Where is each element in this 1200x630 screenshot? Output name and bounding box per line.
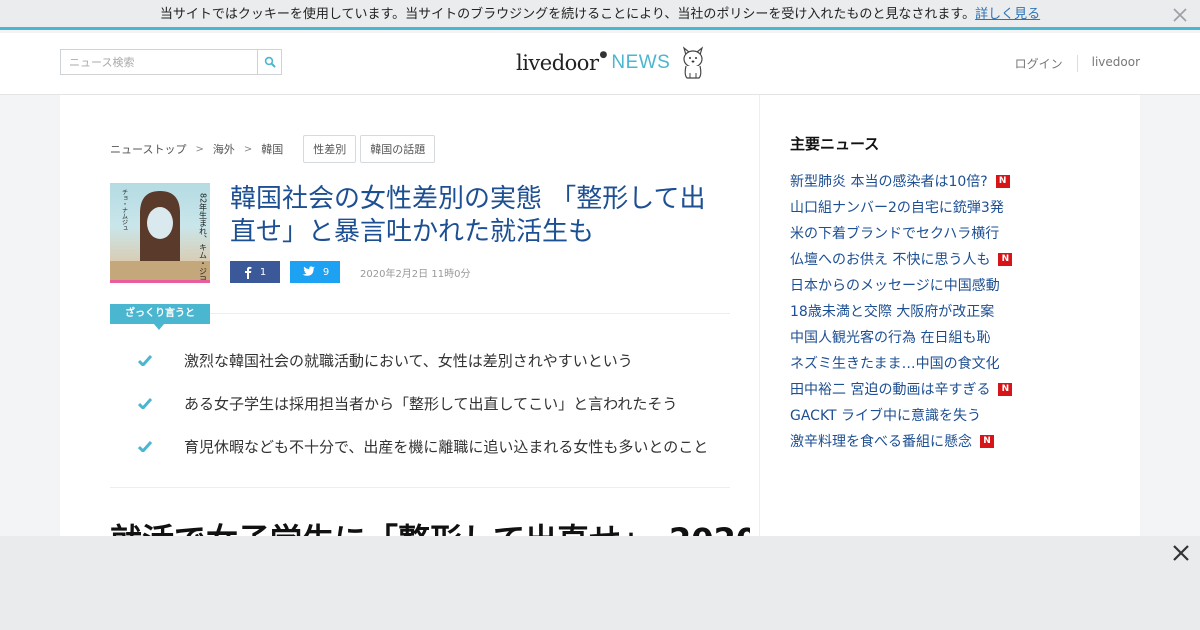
news-item[interactable]: 新型肺炎 本当の感染者は10倍? N xyxy=(790,168,1110,194)
news-list: 新型肺炎 本当の感染者は10倍? N 山口組ナンバー2の自宅に銃弾3発 米の下着ブラン… xyxy=(790,168,1110,454)
summary-divider xyxy=(210,313,730,314)
chevron-right-icon: > xyxy=(195,143,204,155)
logo-news: NEWS xyxy=(611,52,671,73)
cookie-close-icon[interactable] xyxy=(1170,5,1190,25)
news-item[interactable]: ネズミ生きたまま…中国の食文化 xyxy=(790,350,1110,376)
checkmark-icon xyxy=(110,441,184,452)
facebook-share-count: 1 xyxy=(259,266,267,278)
news-item-title: GACKT ライブ中に意識を失う xyxy=(790,408,982,424)
twitter-share-button[interactable]: 9 xyxy=(290,261,340,283)
logo-livedoor: livedoor xyxy=(516,51,599,75)
news-item-title: 田中裕二 宮迫の動画は辛すぎる xyxy=(790,382,991,398)
livedoor-link[interactable]: livedoor xyxy=(1076,55,1140,72)
news-item[interactable]: 激辛料理を食べる番組に懸念 N xyxy=(790,428,1110,454)
summary-list: 激烈な韓国社会の就職活動において、女性は差別されやすいという ある女子学生は採用… xyxy=(110,339,730,468)
twitter-share-count: 9 xyxy=(322,266,330,278)
checkmark-icon xyxy=(110,355,184,366)
summary-text: 激烈な韓国社会の就職活動において、女性は差別されやすいという xyxy=(184,352,633,370)
news-item-title: 日本からのメッセージに中国感動 xyxy=(790,278,1000,294)
breadcrumb-item-overseas[interactable]: 海外 xyxy=(213,141,235,157)
search-icon xyxy=(264,56,276,68)
summary-end-divider xyxy=(110,487,730,488)
news-item[interactable]: 米の下着ブランドでセクハラ横行 xyxy=(790,220,1110,246)
tag-korea-topics[interactable]: 韓国の話題 xyxy=(360,135,436,163)
new-badge: N xyxy=(998,382,1013,396)
site-logo[interactable]: livedoor ● NEWS xyxy=(516,43,708,83)
news-item[interactable]: 仏壇へのお供え 不快に思う人も N xyxy=(790,246,1110,272)
breadcrumb-item-korea[interactable]: 韓国 xyxy=(261,141,283,157)
news-item[interactable]: 田中裕二 宮迫の動画は辛すぎる N xyxy=(790,376,1110,402)
news-item-title: 中国人観光客の行為 在日組も恥 xyxy=(790,330,991,346)
news-item[interactable]: 山口組ナンバー2の自宅に銃弾3発 xyxy=(790,194,1110,220)
login-link[interactable]: ログイン xyxy=(1001,55,1077,72)
news-item-title: 激辛料理を食べる番組に懸念 xyxy=(790,434,972,450)
sidebar-heading: 主要ニュース xyxy=(790,135,880,153)
thumbnail-title: 82年生まれ、キム・ジヨン xyxy=(199,193,208,280)
cookie-bar: 当サイトではクッキーを使用しています。当サイトのブラウジングを続けることにより、… xyxy=(0,0,1200,30)
twitter-icon xyxy=(302,266,315,276)
news-item-title: 18歳未満と交際 大阪府が改正案 xyxy=(790,304,995,320)
summary-item: 激烈な韓国社会の就職活動において、女性は差別されやすいという xyxy=(110,339,730,382)
new-badge: N xyxy=(995,174,1010,188)
news-item-title: 米の下着ブランドでセクハラ横行 xyxy=(790,226,1000,242)
checkmark-icon xyxy=(110,398,184,409)
header-nav: ログイン livedoor xyxy=(1001,55,1140,72)
share-row: 1 9 2020年2月2日 11時0分 xyxy=(230,261,470,283)
cookie-more-link[interactable]: 詳しく見る xyxy=(975,7,1040,22)
facebook-icon xyxy=(244,266,252,279)
dog-mascot-icon xyxy=(683,46,704,79)
news-item-title: 山口組ナンバー2の自宅に銃弾3発 xyxy=(790,200,1004,216)
search-input[interactable] xyxy=(61,50,257,74)
news-item[interactable]: 18歳未満と交際 大阪府が改正案 xyxy=(790,298,1110,324)
site-header: livedoor●NEWS ログイン livedoor xyxy=(0,33,1200,95)
news-item-title: 仏壇へのお供え 不快に思う人も xyxy=(790,252,991,268)
summary-text: ある女子学生は採用担当者から「整形して出直してこい」と言われたそう xyxy=(184,395,678,413)
facebook-share-button[interactable]: 1 xyxy=(230,261,280,283)
search-button[interactable] xyxy=(257,50,281,74)
close-icon[interactable] xyxy=(1172,544,1190,562)
chevron-right-icon: > xyxy=(243,143,253,155)
publish-date: 2020年2月2日 11時0分 xyxy=(360,268,471,280)
logo-dot: ● xyxy=(599,50,608,60)
news-item[interactable]: 日本からのメッセージに中国感動 xyxy=(790,272,1110,298)
news-item-title: 新型肺炎 本当の感染者は10倍? xyxy=(790,174,988,190)
summary-label: ざっくり言うと xyxy=(110,304,210,330)
news-item-title: ネズミ生きたまま…中国の食文化 xyxy=(790,356,1000,372)
breadcrumb-item-top[interactable]: ニューストップ xyxy=(110,141,186,157)
sidebar-top-news: 主要ニュース 新型肺炎 本当の感染者は10倍? N 山口組ナンバー2の自宅に銃弾3発… xyxy=(790,133,1110,454)
summary-item: 育児休暇なども不十分で、出産を機に離職に追い込まれる女性も多いとのこと xyxy=(110,425,730,468)
news-item[interactable]: 中国人観光客の行為 在日組も恥 xyxy=(790,324,1110,350)
new-badge: N xyxy=(998,252,1013,266)
article-title: 韓国社会の女性差別の実態 「整形して出直せ」と暴言吐かれた就活生も xyxy=(230,184,706,247)
ad-overlay xyxy=(0,536,1200,630)
cookie-message: 当サイトではクッキーを使用しています。当サイトのブラウジングを続けることにより、… xyxy=(159,7,976,22)
breadcrumb: ニューストップ > 海外 > 韓国 性差別 韓国の話題 xyxy=(110,135,436,163)
summary-text: 育児休暇なども不十分で、出産を機に離職に追い込まれる女性も多いとのこと xyxy=(184,438,709,456)
search-box xyxy=(60,49,282,75)
article-thumbnail[interactable]: 82年生まれ、キム・ジヨン チョ・ナムジュ xyxy=(110,183,210,283)
thumbnail-author: チョ・ナムジュ xyxy=(121,189,128,231)
tag-gender-discrimination[interactable]: 性差別 xyxy=(303,135,357,163)
new-badge: N xyxy=(980,434,994,448)
summary-item: ある女子学生は採用担当者から「整形して出直してこい」と言われたそう xyxy=(110,382,730,425)
news-item[interactable]: GACKT ライブ中に意識を失う xyxy=(790,402,1110,428)
